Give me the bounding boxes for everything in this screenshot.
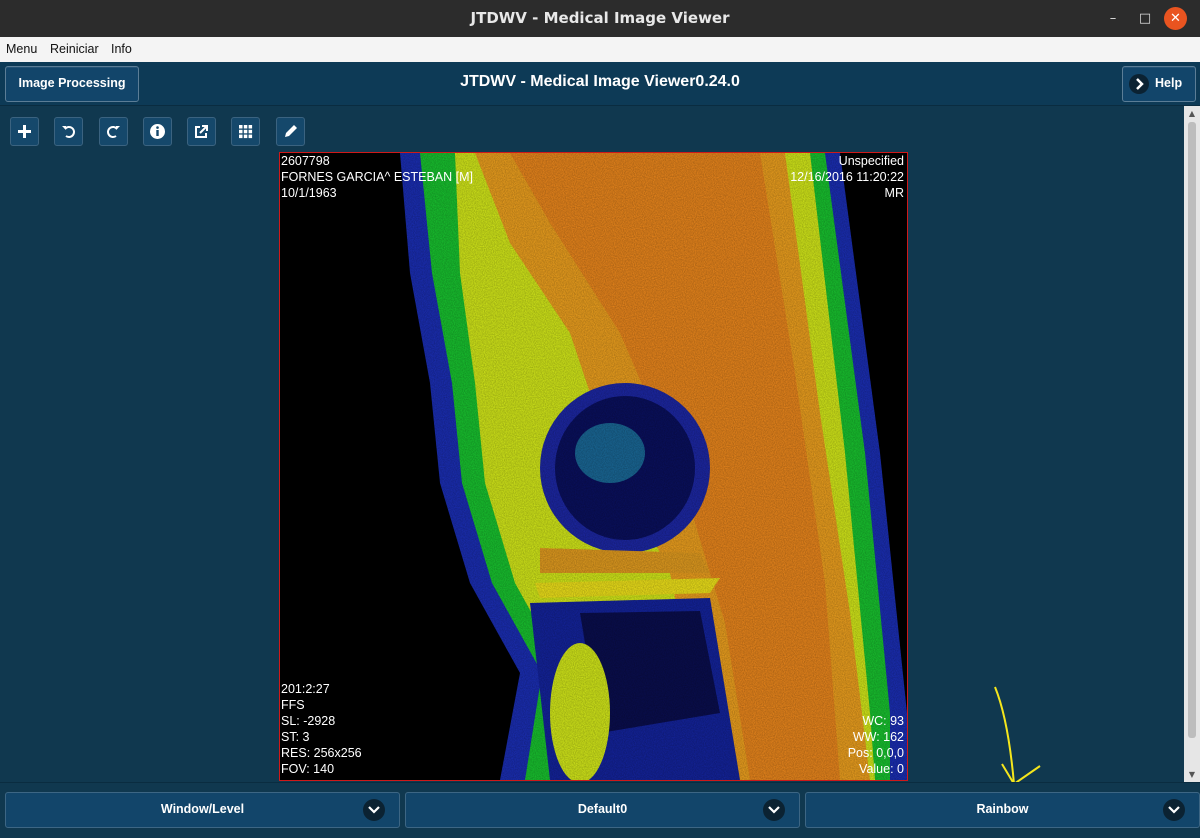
preset-dropdown[interactable]: Default0 xyxy=(405,792,800,828)
maximize-button[interactable]: □ xyxy=(1134,8,1156,30)
window-level-label: Window/Level xyxy=(160,802,245,816)
app-header: Image Processing JTDWV - Medical Image V… xyxy=(0,62,1200,106)
colormap-label: Rainbow xyxy=(976,802,1029,816)
plus-icon xyxy=(18,125,31,138)
patient-id: 2607798 xyxy=(281,154,330,168)
scroll-up-icon[interactable]: ▲ xyxy=(1184,109,1200,118)
chevron-down-icon xyxy=(363,799,385,821)
scroll-down-icon[interactable]: ▼ xyxy=(1184,770,1200,779)
image-viewport[interactable]: 2607798 FORNES GARCIA^ ESTEBAN [M] 10/1/… xyxy=(279,152,908,781)
chevron-right-icon xyxy=(1129,74,1149,94)
overlay-bottom-left: 201:2:27 FFS SL: -2928 ST: 3 RES: 256x25… xyxy=(281,681,362,777)
info-icon xyxy=(150,124,165,139)
overlay-top-right: Unspecified 12/16/2016 11:20:22 MR xyxy=(790,153,904,201)
grid-icon xyxy=(239,125,253,139)
menu-item-reiniciar[interactable]: Reiniciar xyxy=(50,42,99,56)
colormap-dropdown[interactable]: Rainbow xyxy=(805,792,1200,828)
preset-label: Default0 xyxy=(577,802,628,816)
patient-birthdate: 10/1/1963 xyxy=(281,186,337,200)
study-datetime: 12/16/2016 11:20:22 xyxy=(790,170,904,184)
window-center: WC: 93 xyxy=(862,714,904,728)
overlay-bottom-right: WC: 93 WW: 162 Pos: 0,0,0 Value: 0 xyxy=(848,713,904,777)
pencil-icon xyxy=(285,125,297,137)
menu-bar: Menu Reiniciar Info xyxy=(0,37,1200,63)
undo-icon xyxy=(62,126,75,138)
info-button[interactable] xyxy=(143,117,172,146)
window-title: JTDWV - Medical Image Viewer xyxy=(470,9,730,27)
help-button[interactable]: Help xyxy=(1122,66,1196,102)
redo-button[interactable] xyxy=(99,117,128,146)
annotate-button[interactable] xyxy=(276,117,305,146)
scrollbar-thumb[interactable] xyxy=(1188,122,1196,738)
close-button[interactable]: ✕ xyxy=(1164,7,1187,30)
grid-layout-button[interactable] xyxy=(231,117,260,146)
page-title: JTDWV - Medical Image Viewer0.24.0 xyxy=(460,73,740,90)
redo-icon xyxy=(107,126,120,138)
export-button[interactable] xyxy=(187,117,216,146)
help-label: Help xyxy=(1155,76,1183,90)
patient-position: FFS xyxy=(281,698,305,712)
undo-button[interactable] xyxy=(54,117,83,146)
cursor-position: Pos: 0,0,0 xyxy=(847,746,904,760)
mri-image xyxy=(280,153,907,780)
vertical-scrollbar[interactable]: ▲ ▼ xyxy=(1184,106,1200,782)
window-titlebar: JTDWV - Medical Image Viewer – □ ✕ xyxy=(0,0,1200,37)
annotation-arrow-icon xyxy=(994,686,1041,786)
chevron-down-icon xyxy=(763,799,785,821)
add-button[interactable] xyxy=(10,117,39,146)
bottom-bar: Window/Level Default0 Rainbow xyxy=(0,782,1200,838)
modality: MR xyxy=(884,186,904,200)
export-icon xyxy=(195,125,208,138)
pixel-value: Value: 0 xyxy=(859,762,904,776)
study-description: Unspecified xyxy=(838,154,904,168)
window-level-dropdown[interactable]: Window/Level xyxy=(5,792,400,828)
menu-item-info[interactable]: Info xyxy=(111,42,132,56)
patient-name: FORNES GARCIA^ ESTEBAN [M] xyxy=(281,170,474,184)
field-of-view: FOV: 140 xyxy=(281,762,335,776)
minimize-button[interactable]: – xyxy=(1102,8,1124,30)
slice-thickness: ST: 3 xyxy=(281,730,310,744)
slice-location: SL: -2928 xyxy=(281,714,336,728)
chevron-down-icon xyxy=(1163,799,1185,821)
overlay-top-left: 2607798 FORNES GARCIA^ ESTEBAN [M] 10/1/… xyxy=(281,153,473,201)
resolution: RES: 256x256 xyxy=(281,746,362,760)
menu-item-menu[interactable]: Menu xyxy=(6,42,37,56)
window-width: WW: 162 xyxy=(852,730,904,744)
series-info: 201:2:27 xyxy=(281,682,330,696)
